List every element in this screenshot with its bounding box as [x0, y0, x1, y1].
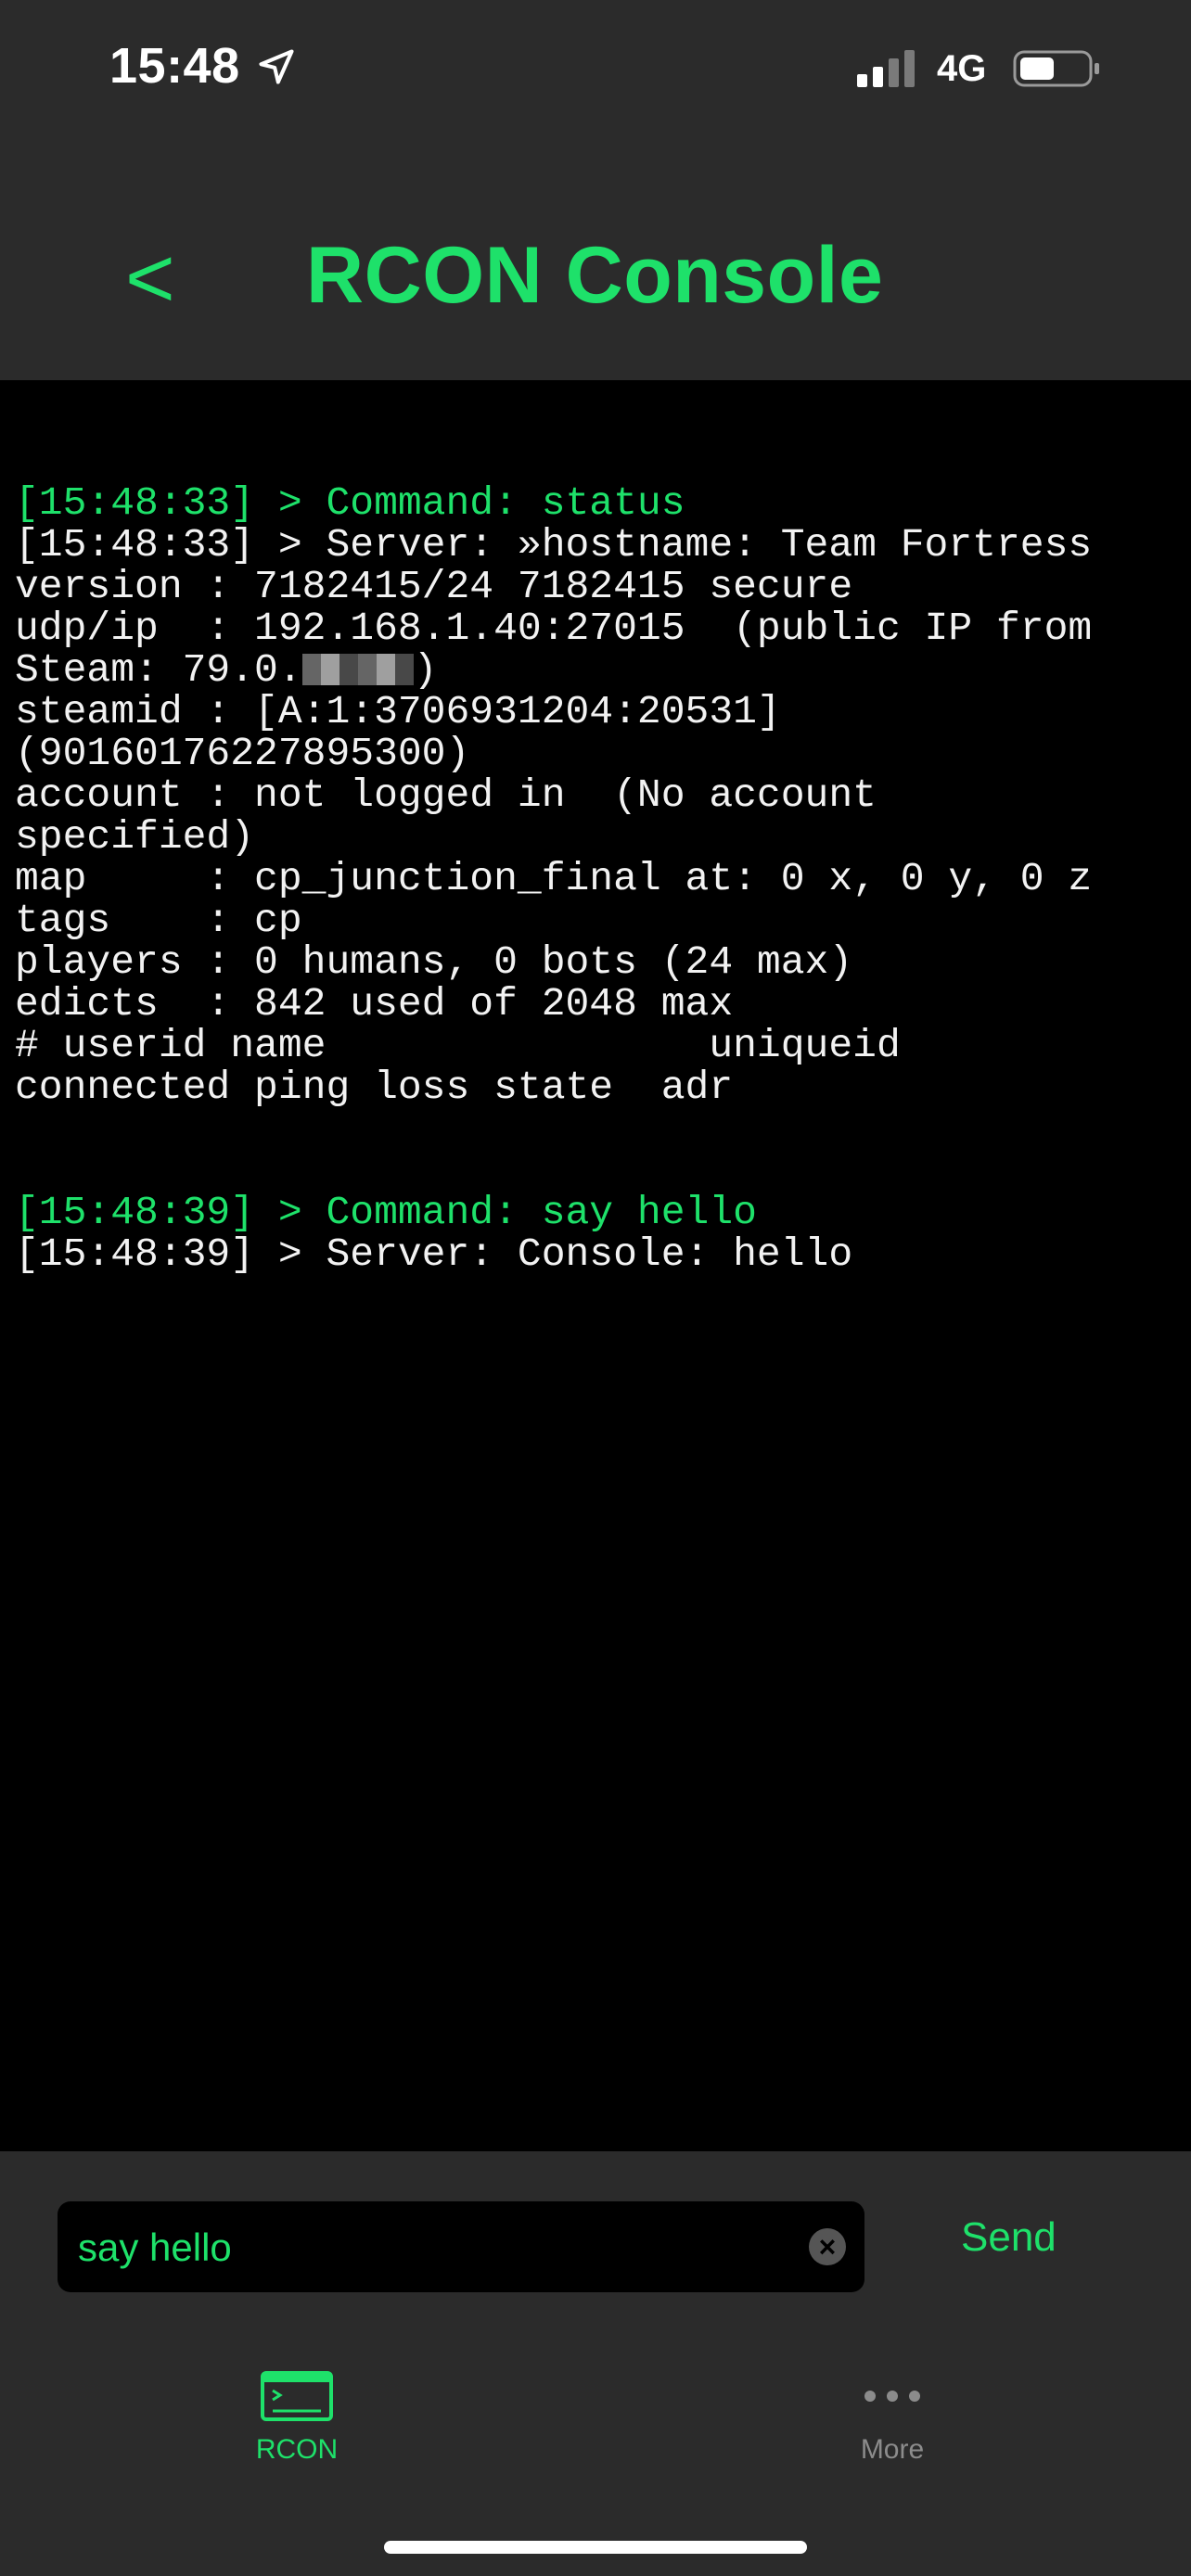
- cellular-signal-icon: [857, 50, 915, 87]
- navigation-header: 15:48 4G < RCON Console: [0, 0, 1191, 380]
- console-line: Steam: 79.0.): [15, 647, 438, 693]
- redacted-ip: [301, 654, 414, 685]
- tab-more-label: More: [860, 2434, 925, 2465]
- console-line: udp/ip : 192.168.1.40:27015 (public IP f…: [15, 606, 1093, 651]
- status-time: 15:48: [109, 38, 240, 94]
- console-line: (90160176227895300): [15, 731, 470, 776]
- back-button[interactable]: <: [125, 232, 175, 325]
- console-command-line: [15:48:39] > Command: say hello: [15, 1190, 757, 1235]
- home-indicator[interactable]: [384, 2541, 807, 2554]
- terminal-icon: [261, 2371, 333, 2421]
- console-line: steamid : [A:1:3706931204:20531]: [15, 689, 781, 734]
- network-type: 4G: [937, 48, 987, 89]
- console-line: specified): [15, 814, 255, 860]
- tab-more[interactable]: More: [772, 2370, 1013, 2466]
- console-line: # userid name uniqueid: [15, 1023, 901, 1068]
- tab-rcon[interactable]: RCON: [176, 2370, 417, 2466]
- ellipsis-icon: [864, 2391, 920, 2402]
- page-title: RCON Console: [306, 231, 884, 320]
- console-line: version : 7182415/24 7182415 secure: [15, 564, 853, 609]
- console-log: [15:48:33] > Command: status [15:48:33] >…: [15, 482, 1185, 1275]
- console-line: connected ping loss state adr: [15, 1065, 734, 1110]
- console-line: account : not logged in (No account: [15, 772, 877, 818]
- console-line: [15:48:39] > Server: Console: hello: [15, 1231, 853, 1277]
- console-line: players : 0 humans, 0 bots (24 max): [15, 939, 853, 985]
- command-input-container: ×: [58, 2201, 864, 2294]
- clear-input-icon[interactable]: ×: [809, 2228, 846, 2265]
- console-line: tags : cp: [15, 898, 302, 943]
- console-line: map : cp_junction_final at: 0 x, 0 y, 0 …: [15, 856, 1093, 901]
- command-input[interactable]: [76, 2201, 785, 2294]
- tab-rcon-label: RCON: [255, 2434, 339, 2465]
- location-arrow-icon: [259, 49, 294, 84]
- console-line: [15:48:33] > Server: »hostname: Team For…: [15, 522, 1093, 567]
- send-button[interactable]: Send: [961, 2214, 1057, 2261]
- console-command-line: [15:48:33] > Command: status: [15, 480, 685, 526]
- battery-icon: [1013, 50, 1099, 87]
- console-output[interactable]: [15:48:33] > Command: status [15:48:33] >…: [0, 380, 1191, 2151]
- command-bar: × Send: [0, 2151, 1191, 2344]
- console-line: edicts : 842 used of 2048 max: [15, 981, 734, 1027]
